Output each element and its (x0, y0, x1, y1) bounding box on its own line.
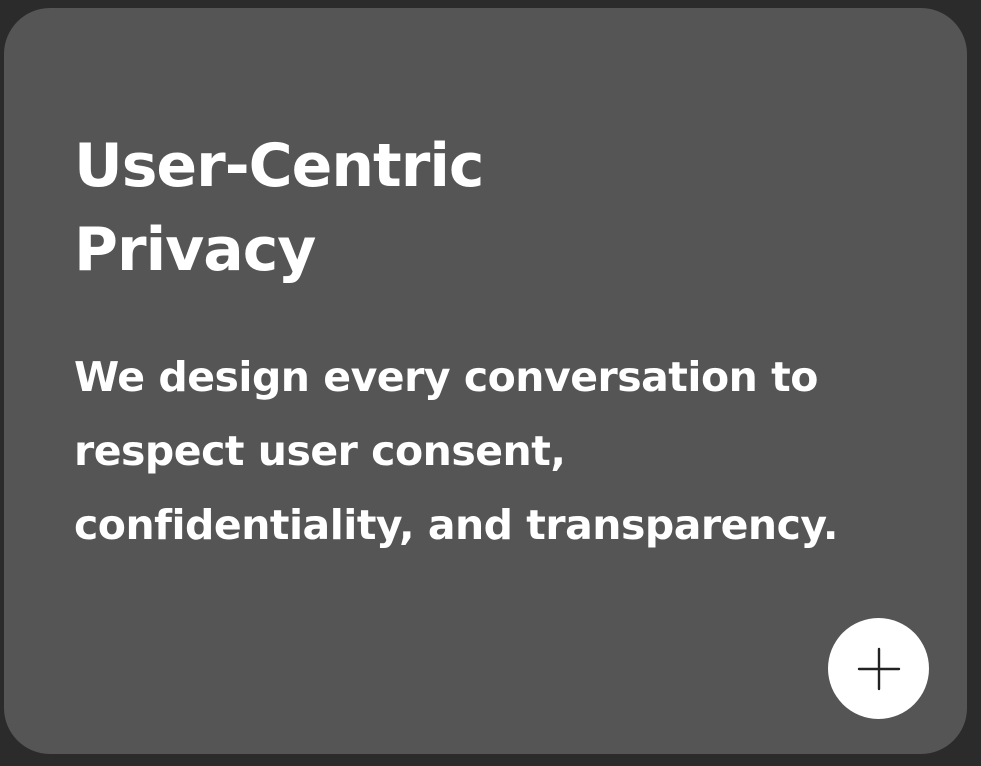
expand-button[interactable] (828, 618, 929, 719)
card-description-line: confidentiality, and transparency. (74, 501, 838, 549)
card-title-line: Privacy (74, 215, 316, 285)
card-title: User-Centric Privacy (74, 124, 594, 292)
plus-icon (857, 647, 900, 690)
card-description-line: respect user consent, (74, 427, 566, 475)
card-description-line: We design every conversation to (74, 353, 818, 401)
feature-card: User-Centric Privacy We design every con… (4, 8, 967, 754)
card-description: We design every conversation to respect … (74, 340, 934, 562)
card-title-line: User-Centric (74, 131, 484, 201)
